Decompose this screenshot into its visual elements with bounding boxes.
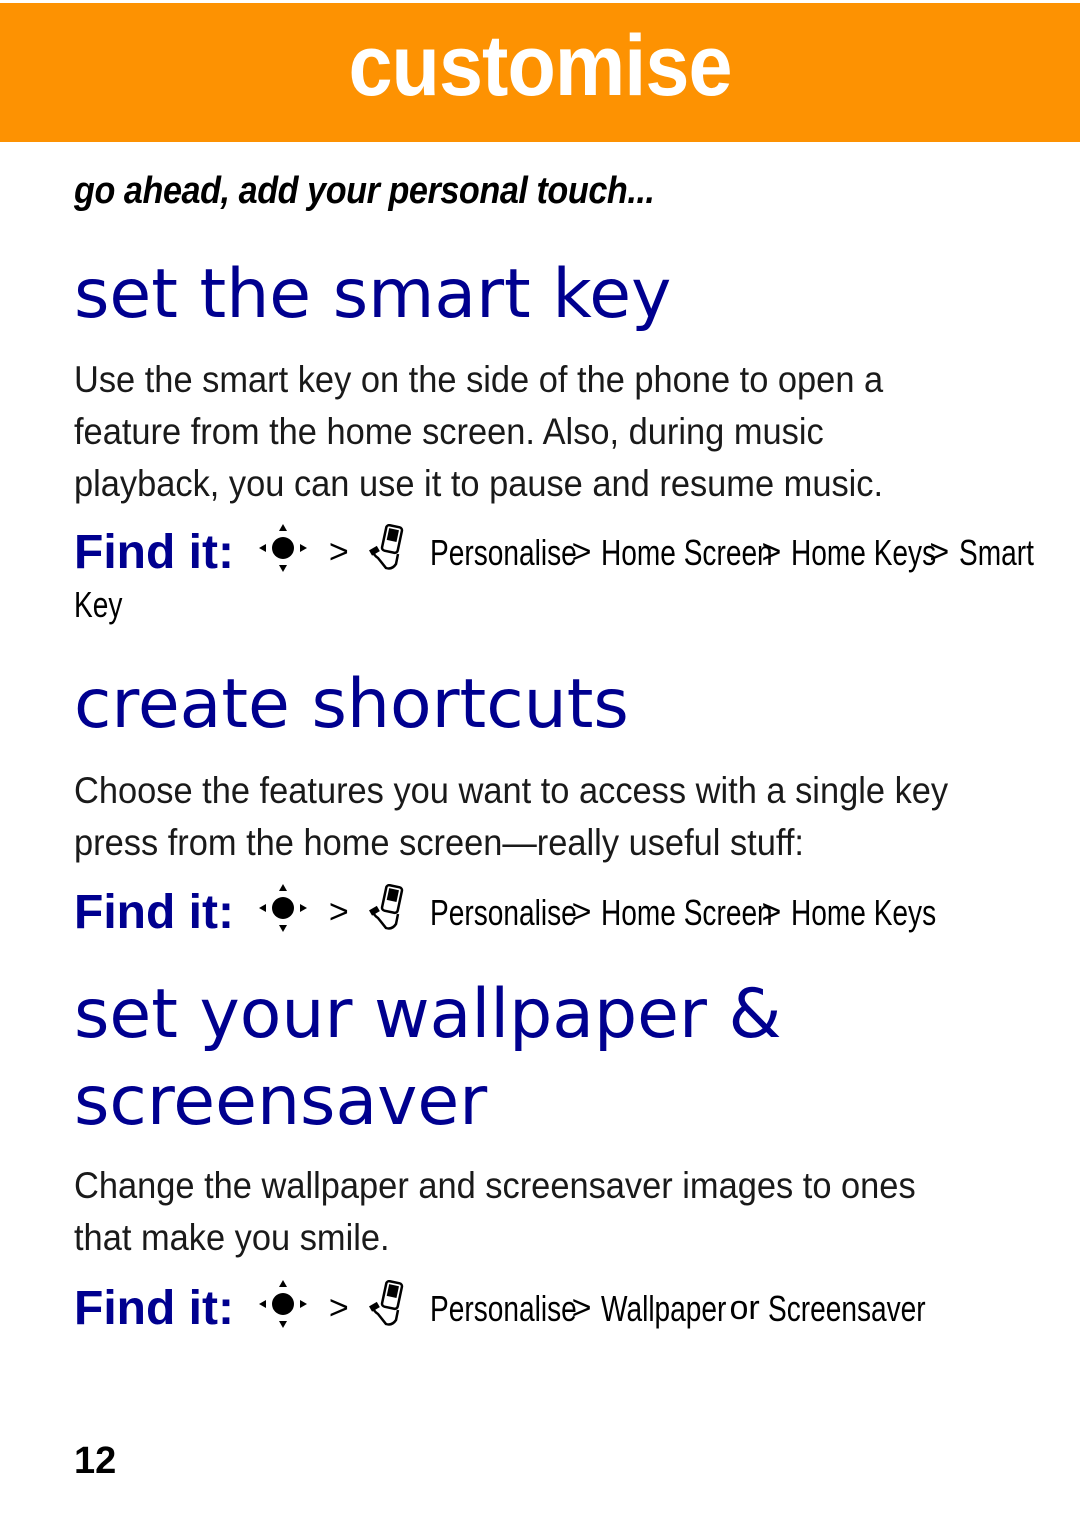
- nav-key-icon: [257, 882, 309, 943]
- path-item: Screensaver: [767, 1287, 926, 1329]
- section-body-smart-key: Use the smart key on the side of the pho…: [74, 359, 884, 504]
- section-body-wallpaper: Change the wallpaper and screensaver ima…: [74, 1165, 916, 1258]
- section-heading-wallpaper: set your wallpaper &: [74, 975, 782, 1054]
- path-separator: >: [328, 1289, 349, 1327]
- section-heading-shortcuts: create shortcuts: [74, 665, 629, 744]
- nav-key-icon: [257, 1278, 309, 1339]
- find-it-wallpaper: Find it: > Personalise> Wallpaperor Screen…: [74, 1278, 926, 1339]
- find-it-label: Find it:: [74, 526, 234, 579]
- settings-phone-icon: [368, 883, 408, 941]
- chapter-title: customise: [348, 18, 732, 114]
- path-item: Smart: [959, 531, 1035, 573]
- path-separator: >: [328, 893, 349, 931]
- path-item: Home Screen: [601, 531, 774, 573]
- or-text: or: [729, 1289, 760, 1327]
- tagline: go ahead, add your personal touch...: [74, 170, 655, 212]
- find-it-smart-key: Find it: > Personalise> Home Screen> Home …: [74, 522, 1035, 583]
- path-item-continued: Key: [74, 584, 123, 625]
- find-it-label: Find it:: [74, 1282, 234, 1335]
- find-it-shortcuts: Find it: > Personalise> Home Screen> Home …: [74, 882, 937, 943]
- path-separator: >: [328, 533, 349, 571]
- nav-key-icon: [257, 522, 309, 583]
- page-number: 12: [74, 1440, 117, 1482]
- section-heading-smart-key: set the smart key: [74, 255, 672, 334]
- section-body-shortcuts: Choose the features you want to access w…: [74, 770, 949, 863]
- settings-phone-icon: [368, 523, 408, 581]
- chapter-banner: customise: [0, 3, 1080, 142]
- path-item: Personalise: [429, 531, 577, 573]
- path-item: Home Keys: [791, 891, 937, 933]
- path-item: Home Screen: [601, 891, 774, 933]
- path-item: Personalise: [429, 1287, 577, 1329]
- settings-phone-icon: [368, 1279, 408, 1337]
- path-item: Personalise: [429, 891, 577, 933]
- section-heading-wallpaper-line2: screensaver: [74, 1062, 488, 1141]
- find-it-label: Find it:: [74, 886, 234, 939]
- path-item: Home Keys: [791, 531, 937, 573]
- path-item: Wallpaper: [601, 1287, 727, 1329]
